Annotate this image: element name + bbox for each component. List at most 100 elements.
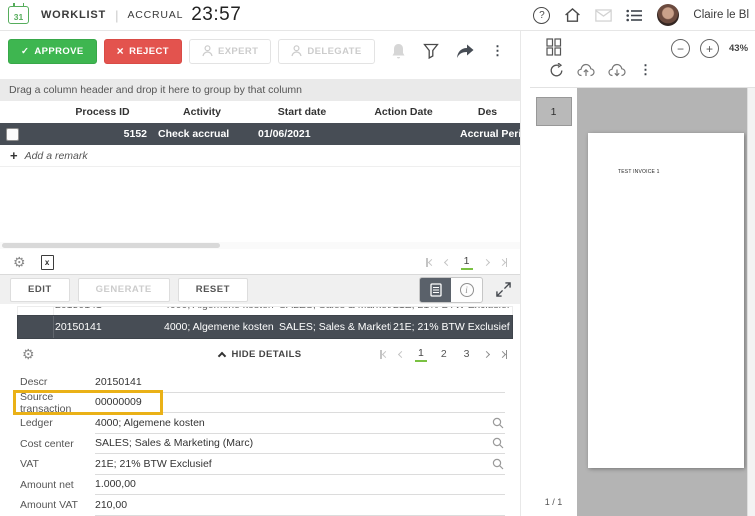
cloud-download-icon[interactable]	[608, 63, 626, 77]
cell-descr: 20150141	[54, 321, 164, 333]
filter-icon[interactable]	[423, 43, 439, 59]
add-remark-button[interactable]: + Add a remark	[0, 145, 520, 167]
row-checkbox[interactable]	[6, 128, 19, 141]
first-page-icon[interactable]	[380, 350, 388, 359]
reset-button[interactable]: RESET	[178, 278, 248, 302]
page-number-3[interactable]: 3	[461, 348, 473, 361]
field-row-source-transaction: Source transaction 00000009	[0, 393, 521, 414]
task-list-icon[interactable]	[626, 9, 643, 22]
header-time: 23:57	[191, 4, 241, 26]
home-icon[interactable]	[564, 7, 581, 23]
viewer-scrollbar[interactable]	[747, 88, 755, 516]
thumbnail-grid-icon[interactable]	[546, 38, 562, 56]
lookup-search-icon[interactable]	[492, 437, 504, 449]
first-page-icon[interactable]	[426, 258, 434, 267]
rotate-icon[interactable]	[549, 63, 564, 78]
edit-button[interactable]: EDIT	[10, 278, 70, 302]
page-indicator: 1 / 1	[530, 497, 577, 507]
more-options-icon[interactable]: ⋮	[491, 43, 504, 59]
detail-grid-row-selected[interactable]: 20150141 4000; Algemene kosten SALES; Sa…	[17, 315, 513, 339]
field-label: Descr	[0, 376, 95, 388]
generate-button[interactable]: GENERATE	[78, 278, 170, 302]
grid-pagination: 1	[426, 255, 507, 270]
prev-page-icon[interactable]	[444, 258, 451, 265]
export-excel-icon[interactable]: x	[41, 255, 54, 270]
grid-header-row: Process ID Activity Start date Action Da…	[0, 101, 520, 123]
plus-icon: +	[10, 148, 18, 163]
user-name[interactable]: Claire le Bl	[693, 9, 749, 21]
group-by-hint-bar[interactable]: Drag a column header and drop it here to…	[0, 79, 520, 101]
help-icon[interactable]: ?	[533, 7, 550, 24]
calendar-day: 31	[14, 12, 23, 22]
submodule-title: ACCRUAL	[127, 9, 183, 21]
cell-description: Accrual Peri	[455, 128, 520, 140]
view-toggle: i	[419, 277, 483, 303]
field-row-vat: VAT 21E; 21% BTW Exclusief	[0, 454, 521, 475]
cloud-upload-icon[interactable]	[577, 63, 595, 77]
worklist-row-selected[interactable]: 5152 Check accrual 01/06/2021 Accrual Pe…	[0, 123, 520, 145]
expert-button[interactable]: EXPERT	[189, 39, 271, 64]
action-bar: ✓ APPROVE × REJECT EXPERT DELEGATE	[0, 31, 520, 71]
expand-icon[interactable]	[496, 282, 511, 297]
reject-button[interactable]: × REJECT	[104, 39, 182, 64]
document-view-button[interactable]	[420, 278, 451, 302]
field-row-ledger: Ledger 4000; Algemene kosten	[0, 413, 521, 434]
chevron-up-icon	[218, 351, 226, 359]
scrollbar-thumb[interactable]	[2, 243, 220, 248]
cost-center-input[interactable]: SALES; Sales & Marketing (Marc)	[95, 434, 505, 455]
page-number-1[interactable]: 1	[415, 347, 427, 362]
thumbnail-strip: 1 1 / 1	[530, 88, 577, 516]
next-page-icon[interactable]	[482, 350, 489, 357]
notifications-bell-icon[interactable]	[391, 43, 406, 60]
ledger-input[interactable]: 4000; Algemene kosten	[95, 413, 505, 434]
document-page: TEST INVOICE 1	[588, 133, 744, 468]
detail-form: Descr 20150141 Source transaction 000000…	[0, 372, 521, 516]
column-header-description[interactable]: Des	[455, 106, 520, 118]
document-text: TEST INVOICE 1	[618, 169, 660, 175]
cell-ledger: 4000; Algemene kosten	[164, 321, 279, 333]
column-header-start-date[interactable]: Start date	[252, 106, 352, 118]
grid-footer: ⚙ x 1	[0, 251, 521, 273]
lookup-search-icon[interactable]	[492, 458, 504, 470]
page-number-1[interactable]: 1	[461, 255, 473, 270]
detail-grid-row-partial[interactable]: 20150141 4000; Algemene kosten SALES; Sa…	[17, 306, 513, 315]
page-thumbnail-1[interactable]: 1	[536, 97, 572, 126]
next-page-icon[interactable]	[482, 258, 489, 265]
forward-share-icon[interactable]	[456, 44, 474, 59]
column-header-process-id[interactable]: Process ID	[53, 106, 152, 118]
info-icon: i	[460, 283, 474, 297]
viewer-more-options-icon[interactable]: ⋮	[639, 62, 652, 78]
prev-page-icon[interactable]	[398, 350, 405, 357]
source-transaction-input[interactable]: 00000009	[95, 393, 505, 414]
grid-settings-gear-icon[interactable]: ⚙	[13, 255, 26, 269]
user-avatar[interactable]	[657, 4, 679, 26]
last-page-icon[interactable]	[500, 258, 508, 267]
horizontal-scrollbar[interactable]	[0, 242, 521, 249]
page-number-2[interactable]: 2	[438, 348, 450, 361]
lookup-search-icon[interactable]	[492, 417, 504, 429]
document-canvas[interactable]: TEST INVOICE 1	[577, 88, 747, 516]
zoom-out-button[interactable]: −	[671, 39, 690, 58]
column-header-activity[interactable]: Activity	[152, 106, 252, 118]
detail-controls-row: ⚙ HIDE DETAILS 1 2 3	[0, 341, 521, 367]
app-header: 31 WORKLIST | ACCRUAL 23:57 ? Claire le …	[0, 0, 755, 31]
module-title: WORKLIST	[41, 9, 106, 21]
delegate-button[interactable]: DELEGATE	[278, 39, 374, 64]
vat-input[interactable]: 21E; 21% BTW Exclusief	[95, 454, 505, 475]
mail-icon[interactable]	[595, 9, 612, 22]
cross-icon: ×	[117, 44, 124, 58]
person-icon	[202, 45, 213, 57]
last-page-icon[interactable]	[500, 350, 508, 359]
zoom-in-button[interactable]: +	[700, 39, 719, 58]
descr-input[interactable]: 20150141	[95, 372, 505, 393]
zoom-level: 43%	[729, 43, 748, 54]
viewer-toolbar: − + 43% PAGE ⋮	[530, 31, 755, 88]
info-view-button[interactable]: i	[451, 278, 482, 302]
cell-activity: Check accrual	[152, 128, 252, 140]
field-label: VAT	[0, 458, 95, 470]
check-icon: ✓	[21, 46, 29, 57]
amount-vat-input[interactable]: 210,00	[95, 495, 505, 516]
approve-button[interactable]: ✓ APPROVE	[8, 39, 97, 64]
amount-net-input[interactable]: 1.000,00	[95, 475, 505, 496]
column-header-action-date[interactable]: Action Date	[352, 106, 455, 118]
